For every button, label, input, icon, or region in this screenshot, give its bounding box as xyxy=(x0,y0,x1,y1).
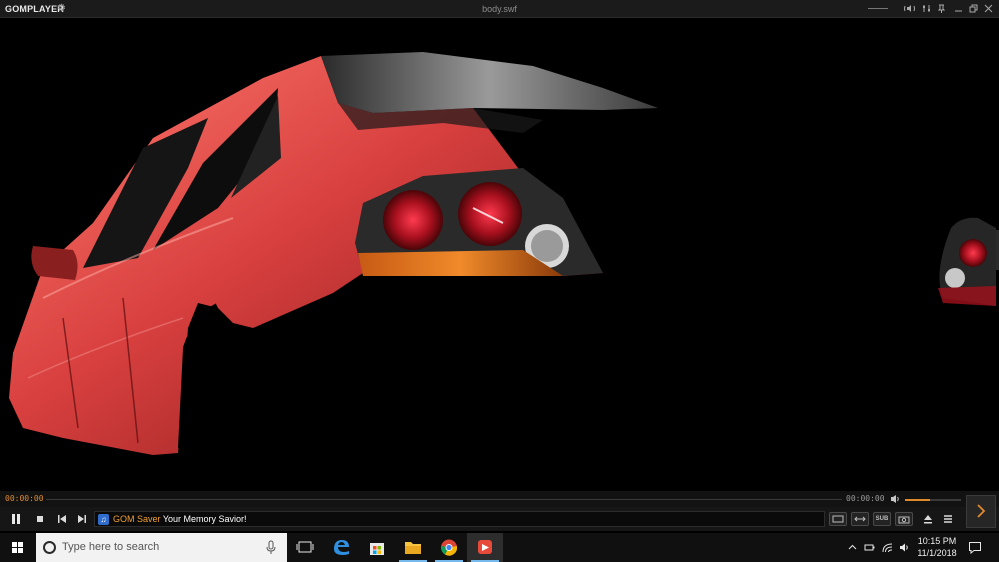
clock-time[interactable]: 10:15 PM xyxy=(912,536,962,547)
taskbar-search-box[interactable]: Type here to search xyxy=(36,533,287,562)
ticker-text[interactable]: GOM Saver Your Memory Savior! xyxy=(113,514,247,525)
control-panel-icon[interactable] xyxy=(920,2,933,15)
current-time: 00:00:00 xyxy=(5,494,44,503)
gom-logo[interactable]: GOMPLAYER xyxy=(5,3,64,15)
settings-gear-icon[interactable]: ⚙ xyxy=(57,3,67,15)
minimize-icon[interactable] xyxy=(952,2,965,15)
search-placeholder: Type here to search xyxy=(62,541,160,553)
pin-on-top-icon[interactable] xyxy=(935,2,948,15)
audio-settings-icon[interactable] xyxy=(903,2,916,15)
gom-player-window: GOMPLAYER ⚙ body.swf 00:00:00 00:00:00 ♫… xyxy=(0,0,999,562)
chrome-browser-icon[interactable] xyxy=(431,533,467,562)
stop-icon[interactable] xyxy=(32,512,48,526)
subtitle-button[interactable]: SUB xyxy=(873,512,891,526)
window-title: body.swf xyxy=(482,4,517,14)
playlist-toggle-chevron-icon[interactable] xyxy=(966,495,996,528)
volume-slider[interactable] xyxy=(905,499,961,501)
screenshot-camera-icon[interactable] xyxy=(895,512,913,526)
windows-start-icon[interactable] xyxy=(0,533,36,562)
cortana-icon xyxy=(43,541,56,554)
playback-speed-button[interactable] xyxy=(851,512,869,526)
car-video-frame xyxy=(9,52,996,455)
ticker-message: Your Memory Savior! xyxy=(160,514,247,524)
store-icon[interactable] xyxy=(359,533,395,562)
battery-icon[interactable] xyxy=(863,541,876,554)
wifi-icon[interactable] xyxy=(881,541,894,554)
next-icon[interactable] xyxy=(74,512,90,526)
volume-icon[interactable] xyxy=(889,493,901,505)
seek-bar[interactable]: 00:00:00 00:00:00 xyxy=(0,491,999,507)
seek-track[interactable] xyxy=(46,499,842,500)
total-time: 00:00:00 xyxy=(846,494,885,503)
speaker-icon[interactable] xyxy=(898,541,911,554)
file-explorer-icon[interactable] xyxy=(395,533,431,562)
screen-ratio-button[interactable] xyxy=(829,512,847,526)
windows-taskbar: Type here to search 10:15 PM 11/1/2018 xyxy=(0,533,999,562)
task-view-icon[interactable] xyxy=(287,533,323,562)
gom-player-taskbar-icon[interactable] xyxy=(467,533,503,562)
volume-level-fill xyxy=(905,499,931,501)
control-bar: ♫ GOM Saver Your Memory Savior! SUB xyxy=(0,507,999,531)
action-center-icon[interactable] xyxy=(968,541,982,555)
edge-browser-icon[interactable] xyxy=(323,533,359,562)
title-bar[interactable]: GOMPLAYER ⚙ body.swf xyxy=(0,0,999,18)
opacity-slider[interactable] xyxy=(868,8,888,9)
gom-saver-icon: ♫ xyxy=(98,514,109,525)
previous-icon[interactable] xyxy=(54,512,70,526)
ticker-brand: GOM Saver xyxy=(113,514,161,524)
pause-icon[interactable] xyxy=(8,512,24,526)
eject-open-icon[interactable] xyxy=(920,512,936,526)
news-ticker[interactable]: ♫ GOM Saver Your Memory Savior! xyxy=(94,511,825,527)
close-icon[interactable] xyxy=(982,2,995,15)
menu-icon[interactable] xyxy=(940,512,956,526)
show-hidden-icons-chevron-icon[interactable] xyxy=(846,541,859,554)
restore-icon[interactable] xyxy=(967,2,980,15)
video-display[interactable] xyxy=(3,18,996,491)
microphone-icon[interactable] xyxy=(266,540,276,555)
clock-date[interactable]: 11/1/2018 xyxy=(912,548,962,559)
